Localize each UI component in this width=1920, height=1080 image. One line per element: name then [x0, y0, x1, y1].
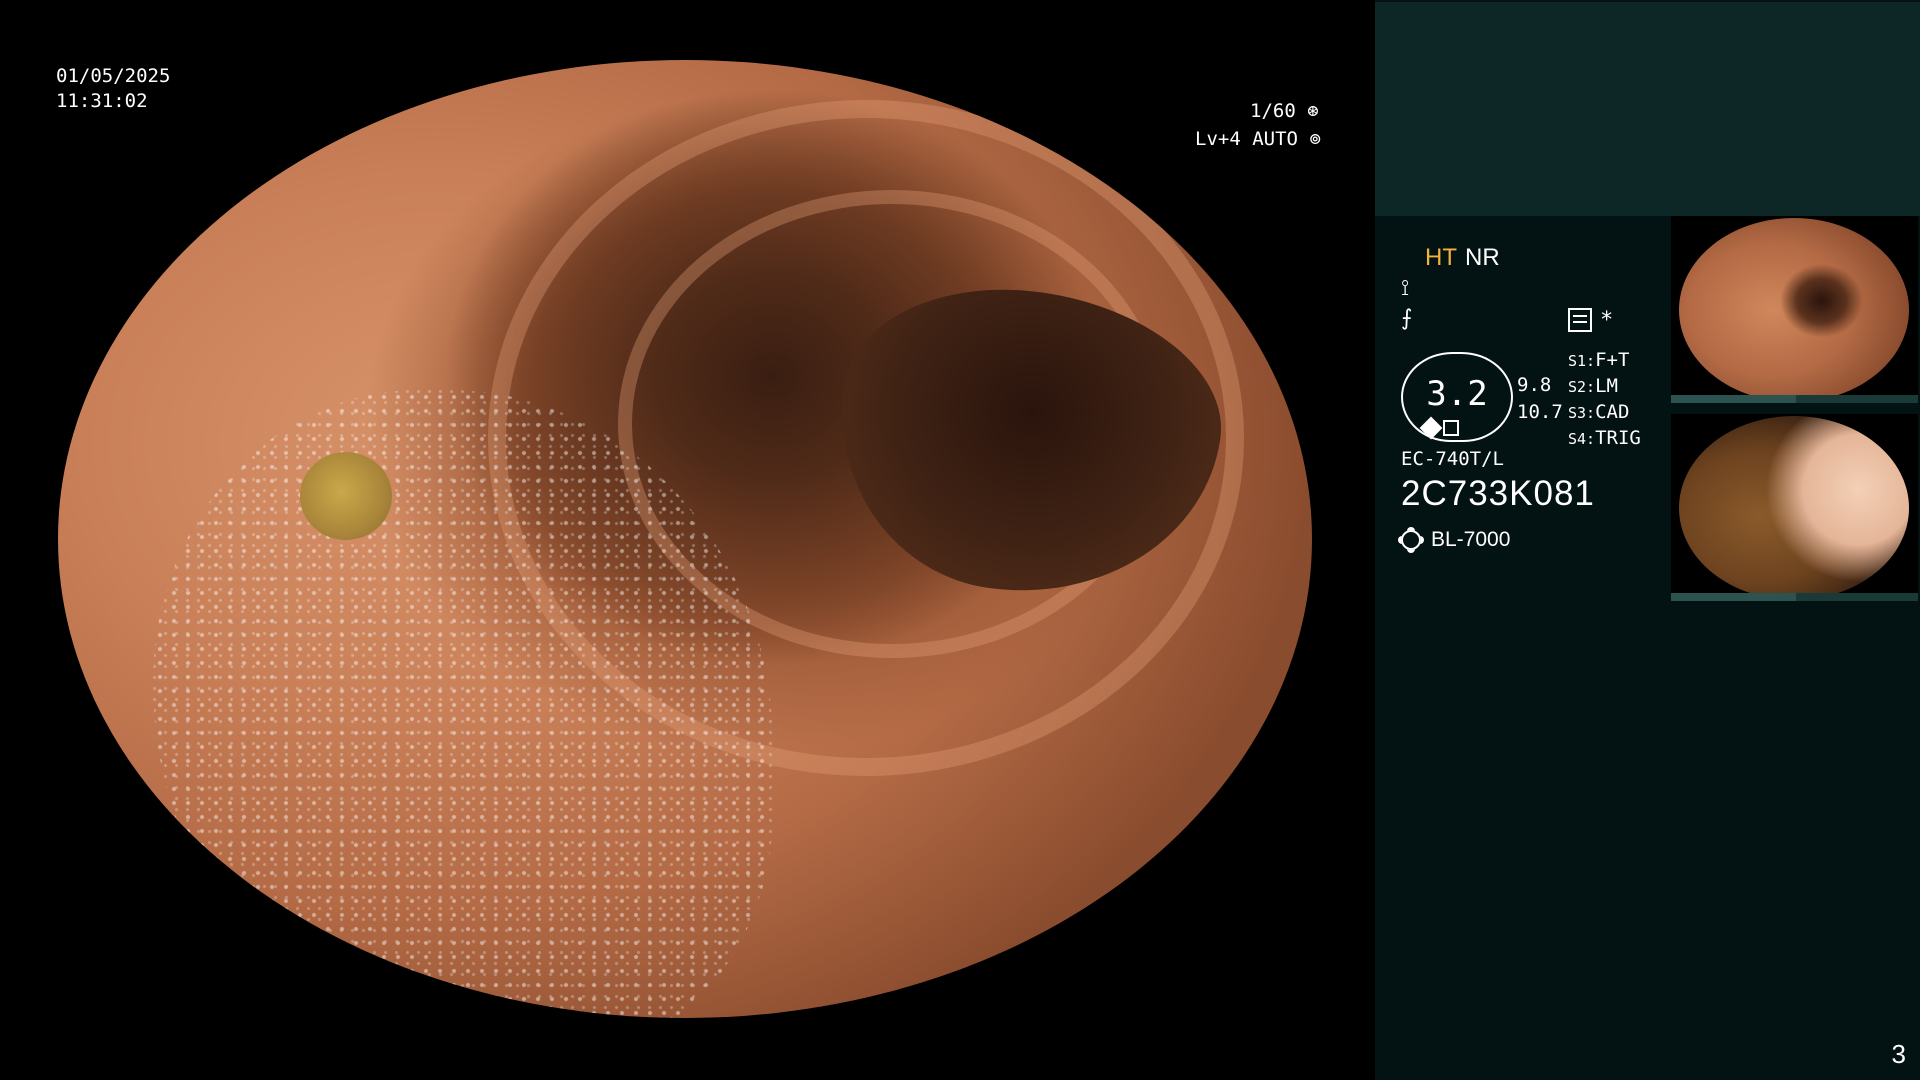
endoscope-view: 01/05/2025 11:31:02 1/60 ⊛ Lv+4 AUTO ⊚	[0, 0, 1375, 1080]
scope-serial: 2C733K081	[1401, 474, 1595, 513]
yellow-lesion	[300, 452, 392, 540]
level-text: Lv+4	[1195, 128, 1241, 150]
capture-thumbnail[interactable]	[1671, 216, 1918, 403]
endoscopic-image	[58, 60, 1312, 1018]
thumbnail-bar	[1671, 593, 1918, 601]
light-source-text: BL-7000	[1431, 528, 1511, 551]
gauge-needle-icon	[1419, 416, 1443, 440]
structure-enhancement-icon: ⟟	[1401, 276, 1410, 301]
thumbnail-bar	[1671, 395, 1918, 403]
thumbnail-image	[1679, 416, 1909, 600]
shutter-text: 1/60	[1250, 100, 1296, 122]
side-value-bottom: 10.7	[1517, 401, 1563, 423]
scene-item: S1:F+T	[1568, 349, 1630, 371]
side-value-top: 9.8	[1517, 374, 1552, 396]
shutter-readout: 1/60 ⊛	[1250, 100, 1319, 122]
gauge-value: 3.2	[1426, 374, 1488, 414]
enhancement-mode: HT NR	[1425, 244, 1500, 272]
zoom-gauge: 3.2	[1401, 352, 1513, 442]
light-source-row: BL-7000	[1401, 528, 1510, 552]
panel-header-area	[1375, 2, 1920, 216]
scene-item: S3:CAD	[1568, 401, 1630, 423]
nr-label: NR	[1465, 244, 1500, 271]
settings-list-icon	[1568, 308, 1592, 332]
aperture-icon: ⊛	[1307, 100, 1319, 122]
thumbnail-image	[1679, 218, 1909, 402]
gauge-side-values: 9.8 10.7	[1517, 372, 1563, 426]
time-text: 11:31:02	[56, 90, 148, 112]
ht-label: HT	[1425, 244, 1457, 271]
view-mask-bottom	[0, 1018, 1375, 1080]
scene-settings-list: S1:F+T S2:LM S3:CAD S4:TRIG	[1568, 348, 1641, 452]
mode-text: AUTO	[1252, 128, 1298, 150]
date-time: 01/05/2025 11:31:02	[56, 64, 170, 114]
light-source-icon	[1401, 530, 1421, 550]
page-number: 3	[1891, 1039, 1906, 1069]
asterisk-marker: *	[1600, 308, 1614, 333]
scene-item: S4:TRIG	[1568, 427, 1641, 449]
scope-model: EC-740T/L	[1401, 448, 1504, 470]
view-mask-top	[0, 0, 1375, 60]
info-panel: HT NR ⟟ ⨍ * 3.2 9.8 10.7 S1:F+T S2:LM S3:…	[1375, 0, 1920, 1080]
gauge-box-icon	[1443, 420, 1459, 436]
color-enhancement-icon: ⨍	[1401, 306, 1413, 331]
brightness-readout: Lv+4 AUTO ⊚	[1195, 128, 1321, 150]
date-text: 01/05/2025	[56, 65, 171, 87]
iris-icon: ⊚	[1309, 128, 1321, 150]
capture-thumbnail[interactable]	[1671, 414, 1918, 601]
scene-item: S2:LM	[1568, 375, 1618, 397]
